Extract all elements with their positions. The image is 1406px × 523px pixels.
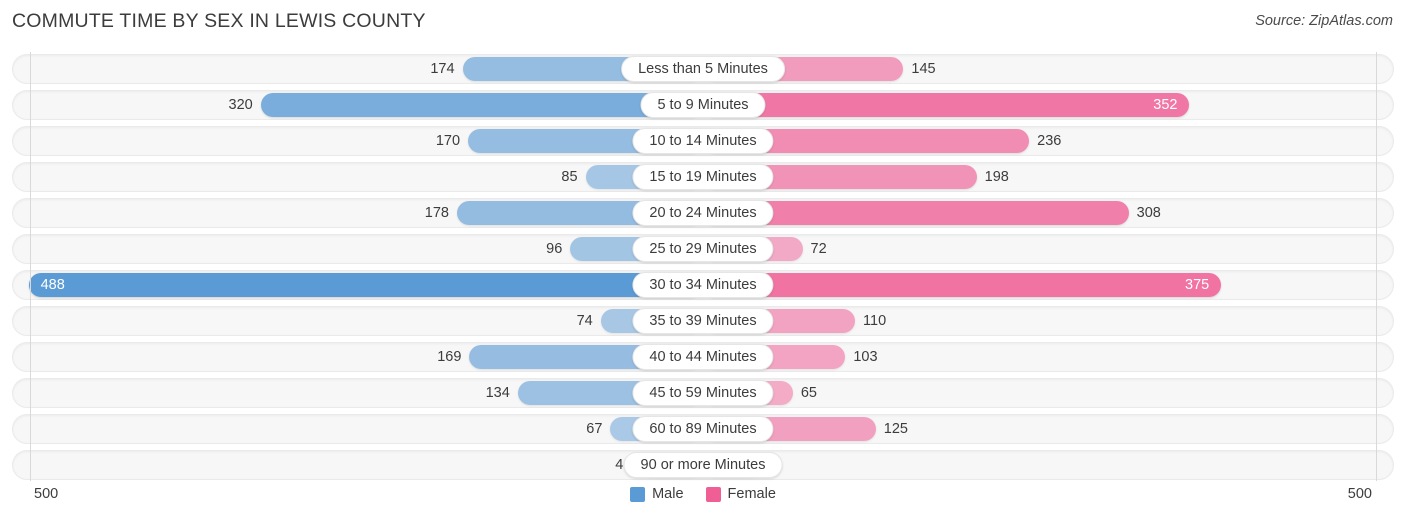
bar-value-male: 174 [430,61,455,77]
chart-row: 134 65 45 to 59 Minutes [12,378,1394,408]
chart-footer: 500 500 Male Female [0,484,1406,523]
bar-value-male: 178 [424,205,449,221]
bar-male[interactable] [260,93,703,117]
bar-value-male: 320 [228,97,253,113]
chart-row: 169 103 40 to 44 Minutes [12,342,1394,372]
chart-row: 96 72 25 to 29 Minutes [12,234,1394,264]
chart-legend: Male Female [0,486,1406,502]
category-label: 30 to 34 Minutes [632,272,774,298]
bar-value-male: 74 [576,313,593,329]
male-swatch [630,486,646,502]
bar-value-female: 110 [863,313,887,329]
chart-row: 488 375 30 to 34 Minutes [12,270,1394,300]
category-label: 40 to 44 Minutes [632,344,774,370]
source-attribution: Source: ZipAtlas.com [1255,13,1393,29]
bar-value-male: 85 [561,169,578,185]
category-label: Less than 5 Minutes [621,56,785,82]
category-label: 45 to 59 Minutes [632,380,774,406]
bar-value-female: 65 [800,385,817,401]
legend-item[interactable]: Female [705,486,776,502]
bar-male[interactable] [28,273,703,297]
category-label: 5 to 9 Minutes [640,92,766,118]
bar-value-female: 145 [911,61,936,77]
bar-value-female: 375 [1185,277,1210,293]
chart-row: 46090 or more Minutes [12,450,1394,480]
category-label: 35 to 39 Minutes [632,308,774,334]
category-label: 15 to 19 Minutes [632,164,774,190]
bar-value-female: 352 [1153,97,1178,113]
bar-value-male: 169 [437,349,462,365]
bar-value-male: 488 [40,277,65,293]
chart-row: 174 145 Less than 5 Minutes [12,54,1394,84]
chart-row: 178 308 20 to 24 Minutes [12,198,1394,228]
bar-value-female: 308 [1136,205,1161,221]
chart-row: 67 125 60 to 89 Minutes [12,414,1394,444]
bar-value-male: 134 [485,385,510,401]
category-label: 90 or more Minutes [623,452,783,478]
chart-row: 85 198 15 to 19 Minutes [12,162,1394,192]
bar-value-male: 170 [435,133,461,149]
chart-page: COMMUTE TIME BY SEX IN LEWIS COUNTY Sour… [0,0,1406,523]
bar-value-female: 236 [1037,133,1062,149]
category-label: 20 to 24 Minutes [632,200,774,226]
bar-value-female: 125 [883,421,908,437]
category-label: 60 to 89 Minutes [632,416,774,442]
bar-value-male: 96 [546,241,563,257]
female-swatch [705,486,721,502]
bar-value-male: 67 [586,421,603,437]
gridline-left [30,52,31,481]
legend-label: Male [652,486,684,502]
bar-value-male: 46 [561,450,631,480]
bar-value-female: 103 [853,349,878,365]
diverging-bar-chart: 174 145 Less than 5 Minutes 320 352 5 to 9 Mi… [0,52,1406,484]
chart-row: 170 236 10 to 14 Minutes [12,126,1394,156]
gridline-right [1376,52,1377,481]
page-title: COMMUTE TIME BY SEX IN LEWIS COUNTY [12,10,426,32]
chart-row: 74 110 35 to 39 Minutes [12,306,1394,336]
chart-row: 320 352 5 to 9 Minutes [12,90,1394,120]
category-label: 10 to 14 Minutes [632,128,774,154]
category-label: 25 to 29 Minutes [632,236,774,262]
legend-label: Female [727,486,776,502]
legend-item[interactable]: Male [630,486,684,502]
bar-value-female: 72 [810,241,827,257]
bar-value-female: 198 [984,169,1009,185]
